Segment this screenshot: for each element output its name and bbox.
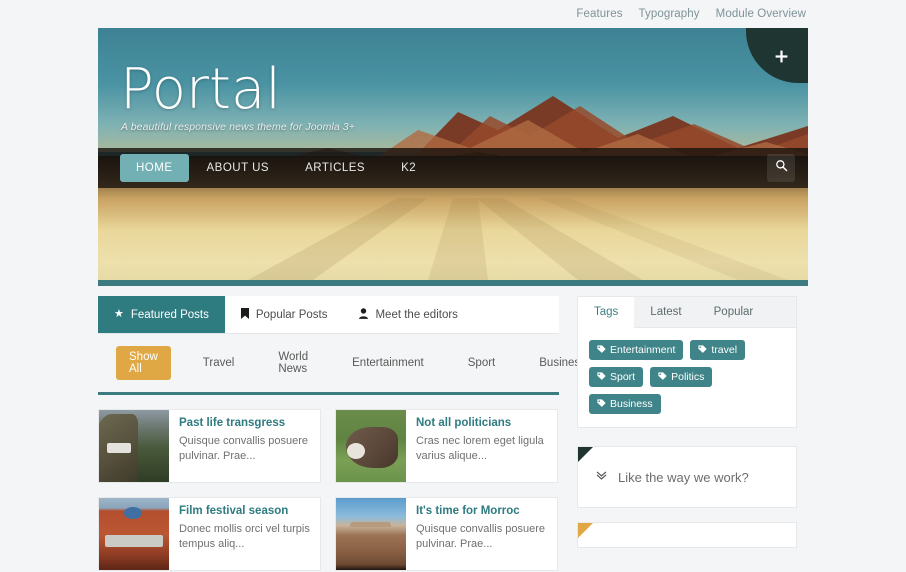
theater-building-photo [99,498,169,570]
hero-bottom-bar [98,280,808,286]
article-card-body: Past life transgress Quisque convallis p… [169,410,320,482]
tag-politics[interactable]: Politics [650,367,713,387]
content-tab-bar: ★ Featured Posts Popular Posts Meet the … [98,296,559,334]
corner-ribbon-dark [578,447,593,462]
tab-popular-posts-label: Popular Posts [255,308,328,321]
user-icon [359,307,369,322]
site-tagline: A beautiful responsive news theme for Jo… [121,121,355,133]
tag-entertainment[interactable]: Entertainment [589,340,684,360]
nav-item-articles[interactable]: ARTICLES [287,155,383,181]
tag-label: travel [711,344,738,356]
hero-banner: Portal A beautiful responsive news theme… [98,28,808,286]
cliff-monastery-photo [99,410,169,482]
tag-travel[interactable]: travel [690,340,746,360]
module-title-row: Like the way we work? [596,470,749,485]
tab-featured-posts[interactable]: ★ Featured Posts [98,296,225,333]
article-title: Film festival season [179,505,289,517]
search-icon [775,159,788,177]
article-card[interactable]: Film festival season Donec mollis orci v… [98,497,321,571]
nav-items: HOME ABOUT US ARTICLES K2 [98,148,434,188]
site-title: Portal [120,57,281,122]
filter-show-all[interactable]: Show All [116,346,171,380]
bookmark-icon [240,307,249,322]
tab-popular-posts[interactable]: Popular Posts [225,296,344,333]
section-divider [98,392,559,395]
topbar-link-module-overview[interactable]: Module Overview [716,8,806,20]
plus-icon [775,49,788,66]
article-title: Past life transgress [179,417,286,429]
tag-icon [658,371,667,383]
sidebar: Tags Latest Popular Entertainment travel… [577,296,797,571]
module-title: Like the way we work? [618,469,749,485]
article-card[interactable]: Not all politicians Cras nec lorem eget … [335,409,558,483]
article-grid: Past life transgress Quisque convallis p… [98,409,559,571]
tag-sport[interactable]: Sport [589,367,644,387]
nav-item-k2[interactable]: K2 [383,155,434,181]
article-card[interactable]: It's time for Morroc Quisque convallis p… [335,497,558,571]
main-column: ★ Featured Posts Popular Posts Meet the … [98,296,586,571]
desert-road-photo [336,498,406,570]
search-button[interactable] [767,154,795,182]
top-utility-bar: Features Typography Module Overview [0,0,906,28]
content-columns: ★ Featured Posts Popular Posts Meet the … [98,286,808,571]
article-excerpt: Donec mollis orci vel turpis tempus aliq… [179,522,310,550]
article-card[interactable]: Past life transgress Quisque convallis p… [98,409,321,483]
tag-list: Entertainment travel Sport Politics Busi… [578,328,796,427]
page-shell: Portal A beautiful responsive news theme… [98,28,808,571]
chevron-down-icon [596,471,607,483]
module-secondary[interactable] [577,522,797,548]
module-like-the-way-we-work[interactable]: Like the way we work? [577,446,797,508]
article-excerpt: Cras nec lorem eget ligula varius alique… [416,434,544,462]
tag-label: Business [610,398,653,410]
tag-label: Politics [671,371,705,383]
donkey-photo [336,410,406,482]
sidebar-tab-tags[interactable]: Tags [578,297,635,328]
tags-widget: Tags Latest Popular Entertainment travel… [577,296,797,428]
sidebar-tab-popular[interactable]: Popular [698,297,770,327]
main-navigation: HOME ABOUT US ARTICLES K2 [98,148,808,188]
filter-entertainment[interactable]: Entertainment [330,357,446,369]
tag-icon [698,344,708,356]
tab-meet-the-editors[interactable]: Meet the editors [343,296,473,333]
article-excerpt: Quisque convallis posuere pulvinar. Prae… [179,434,309,462]
category-filter-row: Show All Travel World News Entertainment… [98,334,586,390]
tag-icon [597,371,606,383]
article-card-body: Film festival season Donec mollis orci v… [169,498,320,570]
topbar-link-features[interactable]: Features [576,8,622,20]
corner-ribbon-gold [578,523,593,538]
article-title: Not all politicians [416,417,512,429]
article-excerpt: Quisque convallis posuere pulvinar. Prae… [416,522,546,550]
article-title: It's time for Morroc [416,505,520,517]
tab-featured-posts-label: Featured Posts [130,308,209,321]
filter-travel[interactable]: Travel [181,357,257,369]
topbar-link-typography[interactable]: Typography [639,8,700,20]
article-card-body: It's time for Morroc Quisque convallis p… [406,498,557,570]
filter-sport[interactable]: Sport [446,357,518,369]
tag-business[interactable]: Business [589,394,661,414]
nav-item-home[interactable]: HOME [120,154,189,182]
filter-world-news[interactable]: World News [256,351,330,375]
nav-item-about-us[interactable]: ABOUT US [189,155,288,181]
article-card-body: Not all politicians Cras nec lorem eget … [406,410,557,482]
sidebar-tab-bar: Tags Latest Popular [578,297,796,328]
star-icon: ★ [114,308,124,320]
tab-meet-the-editors-label: Meet the editors [375,308,458,321]
tag-label: Entertainment [610,344,676,356]
tag-label: Sport [610,371,636,383]
tag-icon [597,398,606,410]
hero-road-tracks [248,198,788,280]
sidebar-tab-latest[interactable]: Latest [634,297,697,327]
tag-icon [597,344,606,356]
